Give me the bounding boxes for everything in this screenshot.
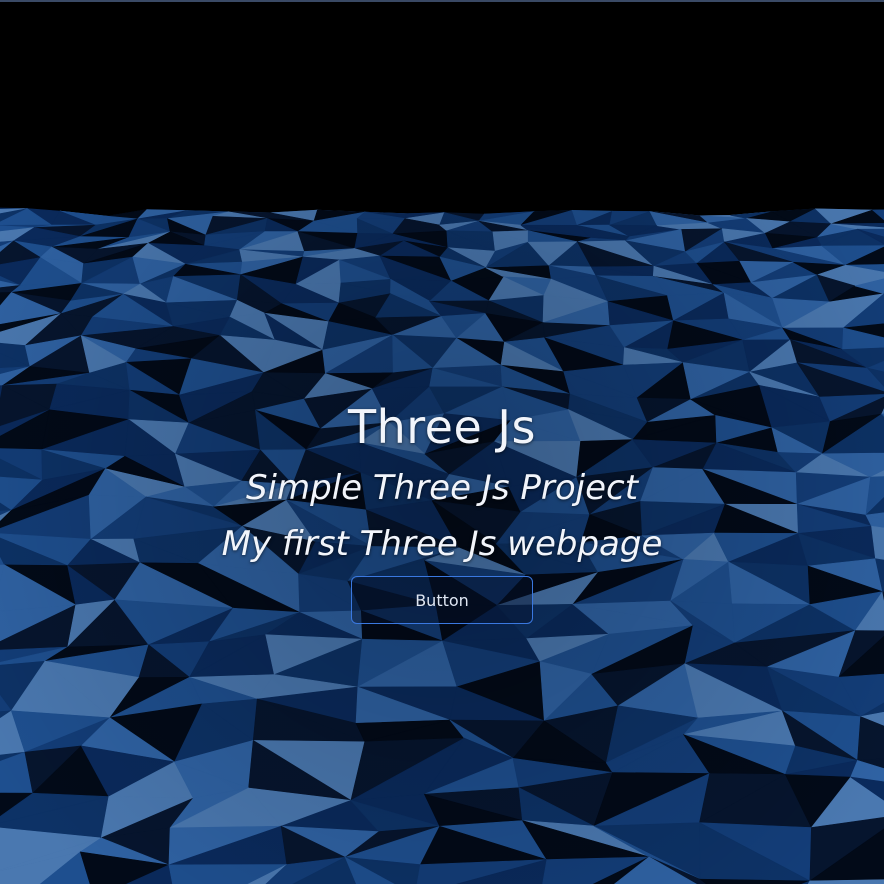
hero-button[interactable]: Button bbox=[351, 576, 533, 624]
hero-tagline: My first Three Js webpage bbox=[221, 524, 663, 564]
hero-title: Three Js bbox=[348, 400, 536, 454]
hero-subtitle: Simple Three Js Project bbox=[245, 468, 639, 508]
hero-overlay: Three Js Simple Three Js Project My firs… bbox=[0, 398, 884, 624]
threejs-canvas[interactable]: Three Js Simple Three Js Project My firs… bbox=[0, 0, 884, 884]
